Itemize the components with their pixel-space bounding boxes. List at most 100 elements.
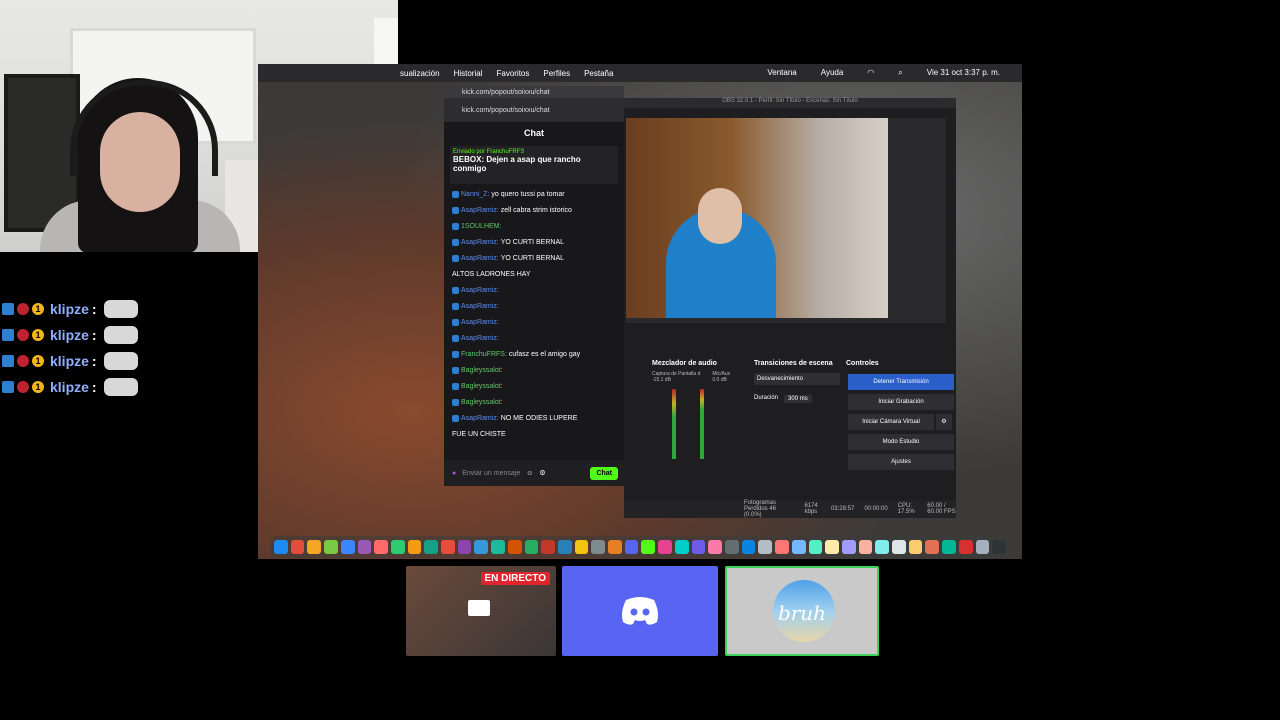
search-icon[interactable]: ⌕ — [898, 68, 902, 78]
badge-icon — [452, 238, 459, 246]
menu-item[interactable]: Historial — [454, 69, 483, 78]
dock-app-icon[interactable] — [441, 540, 455, 554]
emote-icon — [103, 326, 138, 344]
duration-label: Duración — [754, 395, 779, 401]
dock-app-icon[interactable] — [307, 540, 322, 554]
scene-card-discord[interactable] — [562, 566, 718, 656]
dock-app-icon[interactable] — [340, 540, 355, 554]
dock-app-icon[interactable] — [424, 540, 439, 554]
chat-username[interactable]: 1SOULHEM: — [461, 223, 501, 230]
menu-item[interactable]: sualización — [400, 69, 440, 78]
virtual-camera-button[interactable]: Iniciar Cámara Virtual — [848, 414, 934, 430]
wifi-icon[interactable]: ◠ — [867, 68, 874, 78]
chat-username[interactable]: AsapRamiz: — [461, 239, 499, 246]
scene-card-desktop[interactable]: EN DIRECTO — [406, 566, 556, 656]
dock-app-icon[interactable] — [841, 540, 856, 554]
dock-app-icon[interactable] — [557, 540, 572, 554]
chat-username[interactable]: Nanni_Z: — [461, 191, 489, 198]
dock-app-icon[interactable] — [407, 540, 422, 554]
chat-username[interactable]: FranchuFRFS: — [461, 351, 507, 358]
dock-app-icon[interactable] — [658, 540, 672, 554]
mic-icon[interactable]: ● — [452, 470, 456, 477]
dock-app-icon[interactable] — [574, 540, 589, 554]
chat-username[interactable]: AsapRamiz: — [461, 303, 499, 310]
emote-icon — [103, 352, 138, 370]
overlay-chat-row: 1 klipze : — [2, 350, 138, 372]
dock-app-icon[interactable] — [474, 540, 489, 554]
dock-app-icon[interactable] — [775, 540, 789, 554]
chat-username[interactable]: AsapRamiz: — [461, 207, 499, 214]
chat-username[interactable]: Bagleyssalot: — [461, 383, 503, 390]
chat-username[interactable]: AsapRamiz: — [461, 335, 499, 342]
dock-app-icon[interactable] — [624, 540, 639, 554]
url-bar[interactable]: kick.com/popout/soixxu/chat — [444, 98, 624, 122]
gear-icon[interactable]: ⚙ — [936, 414, 952, 430]
duration-input[interactable]: 300 ms — [784, 395, 812, 403]
menu-item[interactable]: Ventana — [767, 68, 796, 78]
dock-app-icon[interactable] — [892, 540, 906, 554]
studio-mode-button[interactable]: Modo Estudio — [848, 434, 954, 450]
dock-app-icon[interactable] — [290, 540, 305, 554]
obs-titlebar: OBS 32.0.1 - Perfil: Sin Título - Escena… — [624, 98, 956, 108]
dock-app-icon[interactable] — [524, 540, 539, 554]
obs-preview[interactable] — [626, 118, 946, 323]
badge-icon — [452, 350, 459, 358]
dock-app-icon[interactable] — [741, 540, 756, 554]
dock-app-icon[interactable] — [858, 540, 873, 554]
dock-app-icon[interactable] — [324, 540, 338, 554]
stop-stream-button[interactable]: Detener Transmisión — [848, 374, 954, 390]
dock-app-icon[interactable] — [724, 540, 739, 554]
audio-meter — [700, 389, 704, 459]
send-chat-button[interactable]: Chat — [590, 466, 618, 480]
menu-item[interactable]: Ayuda — [821, 68, 844, 78]
pinned-message[interactable]: Enviado por FranchuFRFS BEBOX: Dejen a a… — [450, 146, 618, 184]
chat-username[interactable]: Bagleyssalot: — [461, 399, 503, 406]
dock-app-icon[interactable] — [708, 540, 722, 554]
chat-input[interactable]: Enviar un mensaje — [462, 470, 520, 477]
chat-username[interactable]: AsapRamiz: — [461, 319, 499, 326]
dock-app-icon[interactable] — [674, 540, 689, 554]
chat-username[interactable]: AsapRamiz: — [461, 255, 499, 262]
dock-app-icon[interactable] — [374, 540, 388, 554]
badge-icon: 1 — [32, 355, 44, 367]
chat-username[interactable]: Bagleyssalot: — [461, 367, 503, 374]
menu-item[interactable]: Favoritos — [496, 69, 529, 78]
dock-app-icon[interactable] — [875, 540, 890, 554]
chat-username: klipze — [50, 379, 89, 395]
dock-app-icon[interactable] — [808, 540, 823, 554]
browser-tab[interactable]: kick.com/popout/soixxu/chat — [444, 86, 624, 98]
dock-app-icon[interactable] — [491, 540, 505, 554]
dock-app-icon[interactable] — [758, 540, 773, 554]
dock-app-icon[interactable] — [791, 540, 806, 554]
scene-card-bruh[interactable]: bruh — [725, 566, 879, 656]
settings-button[interactable]: Ajustes — [848, 454, 954, 470]
dock-app-icon[interactable] — [357, 540, 372, 554]
dock-app-icon[interactable] — [992, 540, 1006, 554]
dock-app-icon[interactable] — [925, 540, 940, 554]
dock-app-icon[interactable] — [958, 540, 973, 554]
dock-app-icon[interactable] — [975, 540, 990, 554]
badge-icon — [452, 286, 459, 294]
start-recording-button[interactable]: Iniciar Grabación — [848, 394, 954, 410]
dock-app-icon[interactable] — [457, 540, 472, 554]
dock-app-icon[interactable] — [591, 540, 606, 554]
chat-username[interactable]: AsapRamiz: — [461, 415, 499, 422]
badge-icon — [452, 302, 459, 310]
transition-select[interactable]: Desvanecimiento — [754, 373, 840, 385]
dock-app-icon[interactable] — [507, 540, 522, 554]
chat-text: NO ME ODIES LUPERE — [500, 414, 578, 422]
chat-username[interactable]: AsapRamiz: — [461, 287, 499, 294]
menu-item[interactable]: Perfiles — [543, 69, 570, 78]
dock-app-icon[interactable] — [390, 540, 405, 554]
gear-icon[interactable]: ⚙ — [539, 469, 545, 477]
dock-app-icon[interactable] — [691, 540, 706, 554]
dock-app-icon[interactable] — [608, 540, 622, 554]
menu-item[interactable]: Pestaña — [584, 69, 613, 78]
dock-app-icon[interactable] — [641, 540, 656, 554]
dock-app-icon[interactable] — [541, 540, 555, 554]
dock-app-icon[interactable] — [942, 540, 956, 554]
dock-app-icon[interactable] — [825, 540, 839, 554]
emoji-icon[interactable]: ☺ — [526, 470, 533, 477]
dock-app-icon[interactable] — [274, 540, 288, 554]
dock-app-icon[interactable] — [908, 540, 923, 554]
